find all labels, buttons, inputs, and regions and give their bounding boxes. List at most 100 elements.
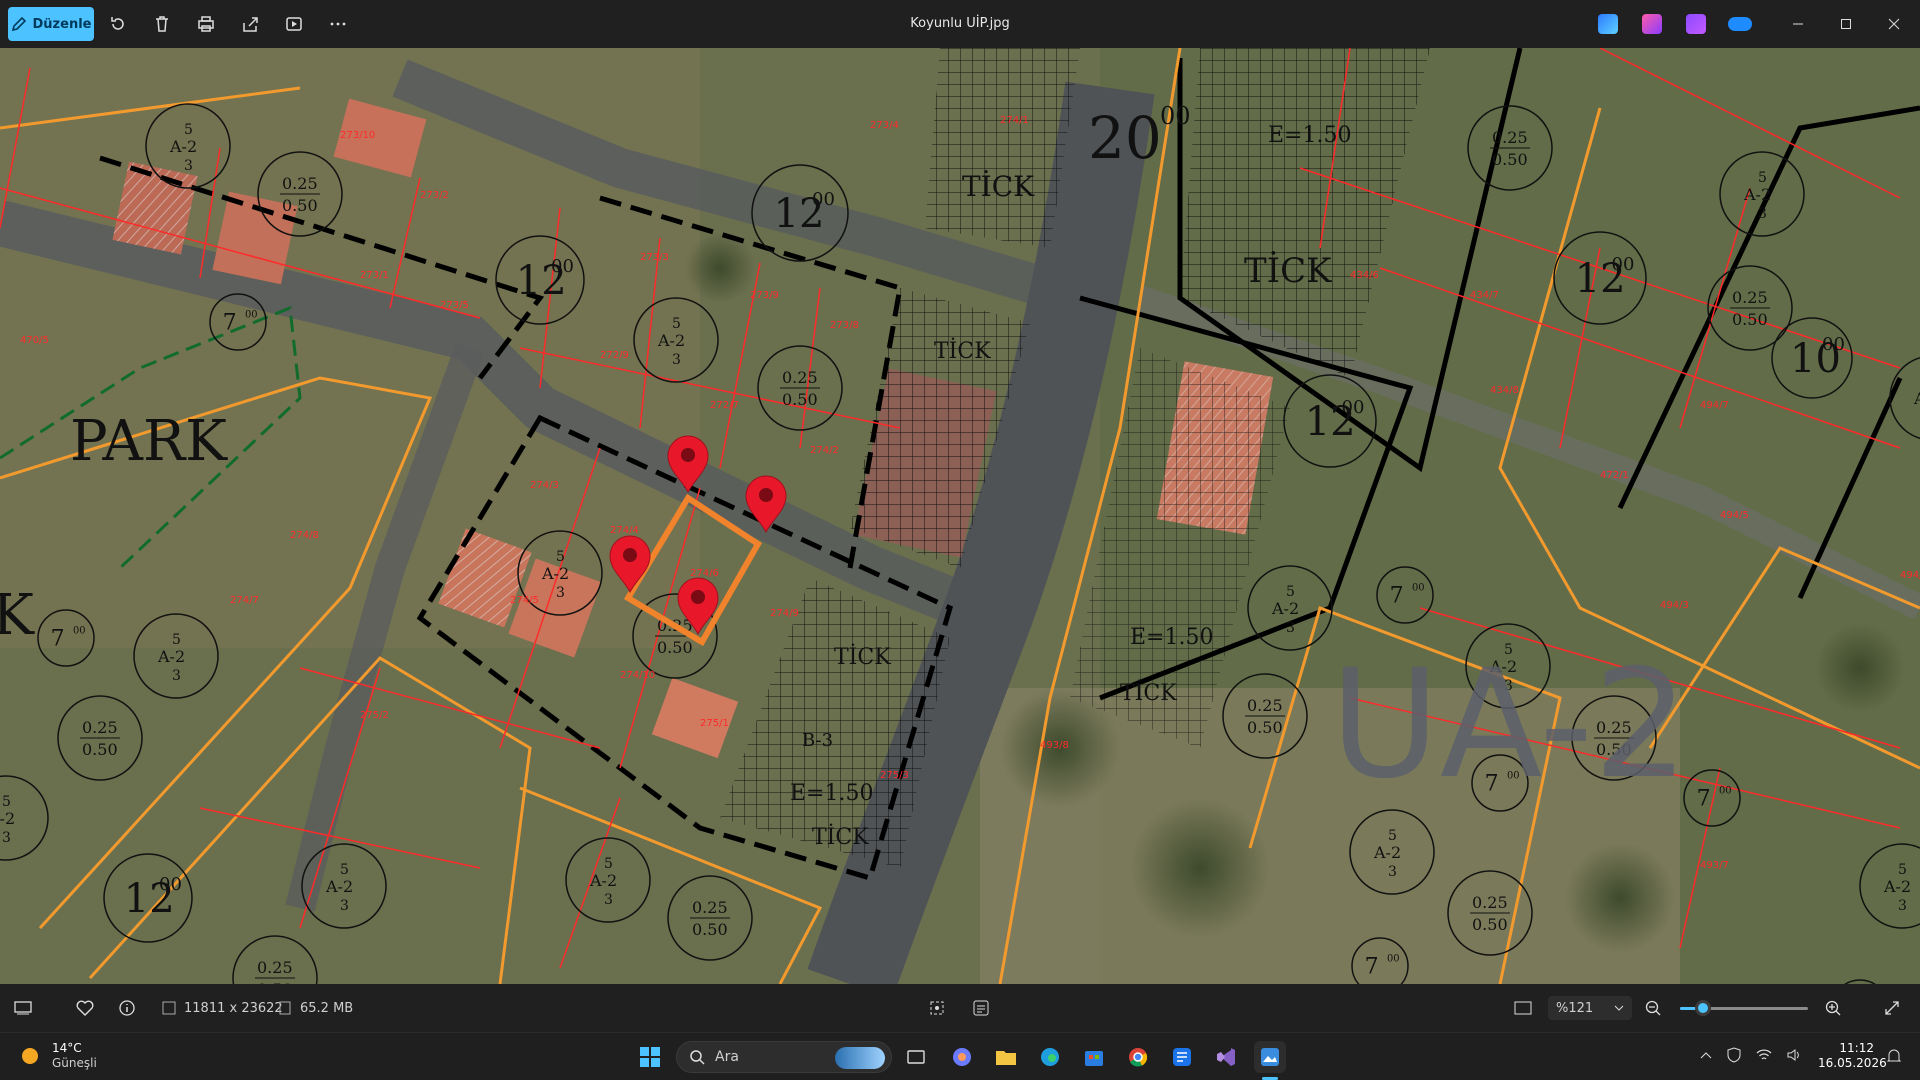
minimize-icon[interactable] [1786, 13, 1810, 35]
image-dimensions: 11811 x 23622 [162, 996, 283, 1020]
ratio-bottom: 0.50 [657, 638, 693, 657]
weather-widget[interactable]: 14°C Güneşli [18, 1041, 97, 1071]
ocr-icon[interactable] [972, 996, 990, 1020]
chevron-down-icon [1614, 1005, 1624, 1011]
close-icon[interactable] [1882, 13, 1906, 35]
zoom-out-icon[interactable] [1644, 996, 1662, 1020]
zoom-level-dropdown[interactable]: %121 [1548, 996, 1632, 1020]
ratio-top: 0.25 [1472, 893, 1508, 912]
ratio-top: 0.25 [82, 718, 118, 737]
parcel-number: 274/5 [510, 595, 539, 606]
tick-label: TİCK [934, 337, 991, 364]
speaker-icon[interactable] [1786, 1048, 1802, 1062]
visual-studio-icon[interactable] [1210, 1041, 1242, 1073]
designer-icon[interactable] [1598, 14, 1618, 34]
store-icon[interactable] [1078, 1041, 1110, 1073]
parcel-number: 273/1 [360, 270, 389, 281]
file-size: 65.2 MB [278, 996, 353, 1020]
parcel-number: 274/2 [810, 445, 839, 456]
ratio-bottom: 0.50 [1247, 718, 1283, 737]
floor-zone-top: 5 [556, 549, 565, 565]
parcel-number: 472/1 [1600, 470, 1629, 481]
taskbar-search[interactable]: Ara [676, 1041, 892, 1073]
chevron-up-icon[interactable] [1700, 1051, 1712, 1059]
floor-zone-code: A-2 [1271, 599, 1299, 618]
crop-icon[interactable] [928, 996, 946, 1020]
floor-zone-top: 5 [1388, 828, 1397, 844]
floor-zone-code: A-2 [325, 877, 353, 896]
app-icon-blue[interactable] [1166, 1041, 1198, 1073]
defender-icon[interactable] [1726, 1047, 1742, 1063]
floor-zone-top: 5 [1758, 170, 1767, 186]
notification-icon[interactable] [1886, 1048, 1902, 1068]
image-canvas[interactable]: 12 00 12 00 12 00 12 00 12 00 10 00 7 00 7 00 7 00 7 00 7 00 7… [0, 48, 1920, 984]
copilot-icon[interactable] [946, 1041, 978, 1073]
system-tray[interactable] [1700, 1047, 1802, 1063]
window-title: Koyunlu UİP.jpg [910, 16, 1010, 31]
floor-zone-code: A-2 [157, 647, 185, 666]
floor-zone-code: A-2 [541, 564, 569, 583]
b3-label: B-3 [802, 730, 833, 751]
tick-label: TİCK [812, 823, 869, 850]
wifi-icon[interactable] [1756, 1048, 1772, 1062]
parcel-number: 434/6 [1350, 270, 1379, 281]
task-view-icon[interactable] [900, 1041, 932, 1073]
maximize-icon[interactable] [1834, 13, 1858, 35]
road-width-20-sup: 00 [1160, 102, 1191, 130]
floor-zone-code: A-2 [1743, 185, 1771, 204]
floor-zone-top: 5 [184, 122, 193, 138]
clipchamp-icon[interactable] [1642, 14, 1662, 34]
road-width-superscript: 00 [1612, 254, 1635, 275]
ratio-bottom: 0.50 [692, 920, 728, 939]
floor-zone-top: 5 [1898, 862, 1907, 878]
floor-zone-code: A-2 [589, 871, 617, 890]
road-width-label: 7 [223, 311, 237, 336]
onedrive-icon[interactable] [1728, 17, 1752, 31]
clock-date: 16.05.2026 [1818, 1056, 1887, 1070]
floor-zone-code: A-2 [1913, 389, 1920, 408]
copilot-icon[interactable] [1686, 14, 1706, 34]
emsal-label: E=1.50 [1268, 123, 1351, 148]
parcel-number: 273/9 [750, 290, 779, 301]
info-icon[interactable] [118, 996, 136, 1020]
fit-to-window-icon[interactable] [1514, 996, 1532, 1020]
clock-time: 11:12 [1839, 1041, 1874, 1055]
map-pin-dot [623, 548, 637, 562]
floor-zone-code: A-2 [1883, 877, 1911, 896]
parcel-number: 494/3 [1660, 600, 1689, 611]
file-size-text: 65.2 MB [300, 1000, 354, 1016]
parcel-number: 274/4 [610, 525, 639, 536]
road-width-label: 7 [51, 627, 65, 652]
search-icon [690, 1050, 705, 1065]
park-label: PARK [70, 409, 228, 474]
clock[interactable]: 11:12 16.05.2026 [1818, 1041, 1887, 1071]
parcel-number: 470/5 [20, 335, 49, 346]
floor-zone-top: 5 [2, 794, 11, 810]
floor-zone-bottom: 3 [672, 352, 681, 368]
emsal-label: E=1.50 [790, 781, 873, 806]
road-width-label: 7 [1365, 955, 1379, 980]
zoom-slider[interactable] [1680, 1000, 1808, 1016]
ratio-top: 0.25 [1492, 128, 1528, 147]
road-width-superscript: 00 [1719, 786, 1732, 797]
parcel-number: 273/3 [640, 252, 669, 263]
road-width-superscript: 00 [1412, 583, 1425, 594]
floor-zone-code: A-2 [0, 809, 15, 828]
zoom-in-icon[interactable] [1824, 996, 1842, 1020]
tick-label: TİCK [1244, 251, 1332, 291]
file-explorer-icon[interactable] [990, 1041, 1022, 1073]
parcel-number: 494/1 [1900, 570, 1920, 581]
ratio-top: 0.25 [692, 898, 728, 917]
chrome-icon[interactable] [1122, 1041, 1154, 1073]
floor-zone-bottom: 3 [172, 668, 181, 684]
start-icon[interactable] [634, 1041, 666, 1073]
zoom-slider-thumb[interactable] [1695, 1000, 1712, 1016]
road-width-superscript: 00 [1822, 334, 1845, 355]
filmstrip-icon[interactable] [14, 996, 32, 1020]
favorite-icon[interactable] [76, 996, 94, 1020]
photos-icon[interactable] [1254, 1041, 1286, 1073]
ratio-bottom: 0.50 [282, 196, 318, 215]
parcel-number: 434/7 [1470, 290, 1499, 301]
fullscreen-icon[interactable] [1884, 996, 1900, 1020]
edge-icon[interactable] [1034, 1041, 1066, 1073]
